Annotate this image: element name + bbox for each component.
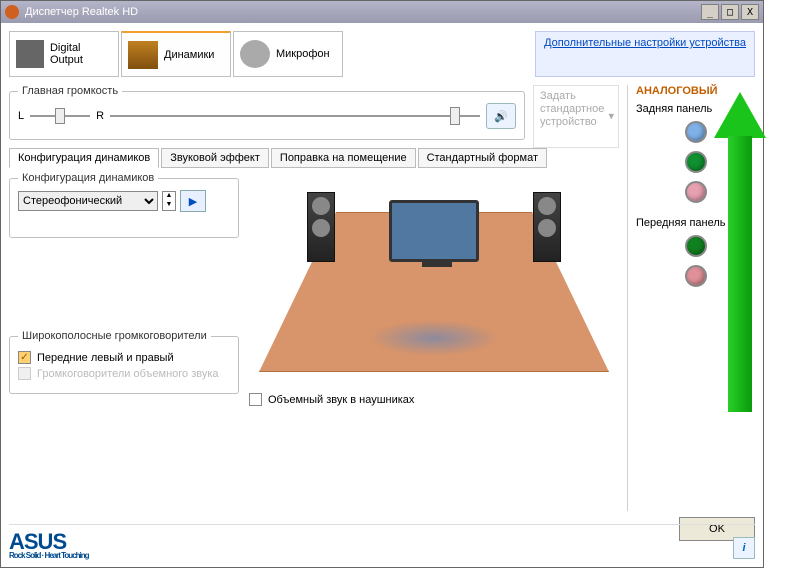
play-icon: ▶ <box>189 195 197 208</box>
surround-speakers-checkbox <box>18 367 31 380</box>
info-button[interactable]: i <box>733 537 755 559</box>
stepper-icon[interactable]: ▲ ▼ <box>162 191 176 211</box>
titlebar[interactable]: Диспетчер Realtek HD _ □ X <box>1 1 763 23</box>
subtab-room-correction[interactable]: Поправка на помещение <box>271 148 416 168</box>
tab-label: Динамики <box>164 49 214 61</box>
speakers-icon <box>128 41 158 69</box>
device-tabs: Digital Output Динамики Микрофон Дополни… <box>9 31 755 77</box>
subtab-default-format[interactable]: Стандартный формат <box>418 148 547 168</box>
footer: ASUS Rock Solid · Heart Touching i <box>9 532 755 559</box>
main-panel: Главная громкость L R 🔊 <box>9 85 619 511</box>
app-window: Диспетчер Realtek HD _ □ X Digital Outpu… <box>0 0 764 568</box>
content-area: Digital Output Динамики Микрофон Дополни… <box>1 23 763 567</box>
speaker-sound-icon: 🔊 <box>494 110 508 123</box>
monitor-icon <box>389 200 479 262</box>
rear-panel-label: Задняя панель <box>636 103 755 115</box>
speaker-layout-preview: Объемный звук в наушниках <box>249 172 619 382</box>
jack-front-green[interactable] <box>685 235 707 257</box>
minimize-button[interactable]: _ <box>701 4 719 20</box>
jack-rear-blue[interactable] <box>685 121 707 143</box>
virtual-headphone-checkbox[interactable] <box>249 393 262 406</box>
left-speaker-icon[interactable] <box>307 192 335 262</box>
tab-microphone[interactable]: Микрофон <box>233 31 343 77</box>
speaker-config-select[interactable]: Стереофонический <box>18 191 158 211</box>
amplifier-icon <box>16 40 44 68</box>
microphone-icon <box>240 40 270 68</box>
fullrange-group: Широкополосные громкоговорители Передние… <box>9 330 239 394</box>
jack-rear-pink[interactable] <box>685 181 707 203</box>
tab-label: Микрофон <box>276 48 330 60</box>
volume-slider[interactable] <box>110 107 480 125</box>
balance-slider[interactable] <box>30 115 90 117</box>
fullrange-legend: Широкополосные громкоговорители <box>18 330 211 342</box>
tab-speakers[interactable]: Динамики <box>121 31 231 77</box>
sub-tabs: Конфигурация динамиков Звуковой эффект П… <box>9 148 619 168</box>
master-volume-group: Главная громкость L R 🔊 <box>9 85 525 140</box>
set-default-device-dropdown[interactable]: Задать стандартное устройство <box>533 85 619 148</box>
app-icon <box>5 5 19 19</box>
side-panel: АНАЛОГОВЫЙ Задняя панель Передняя панель <box>627 85 755 511</box>
front-speakers-checkbox[interactable] <box>18 351 31 364</box>
balance-left-label: L <box>18 110 24 122</box>
brand-logo: ASUS Rock Solid · Heart Touching <box>9 532 89 559</box>
analog-title: АНАЛОГОВЫЙ <box>636 85 755 97</box>
tab-digital-output[interactable]: Digital Output <box>9 31 119 77</box>
close-button[interactable]: X <box>741 4 759 20</box>
balance-right-label: R <box>96 110 104 122</box>
virtual-headphone-label: Объемный звук в наушниках <box>268 394 414 406</box>
play-test-button[interactable]: ▶ <box>180 190 206 212</box>
jack-rear-green[interactable] <box>685 151 707 173</box>
speaker-config-legend: Конфигурация динамиков <box>18 172 158 184</box>
jack-front-pink[interactable] <box>685 265 707 287</box>
advanced-settings-link[interactable]: Дополнительные настройки устройства <box>535 31 755 77</box>
front-speakers-label: Передние левый и правый <box>37 352 174 364</box>
front-panel-label: Передняя панель <box>636 217 755 229</box>
window-title: Диспетчер Realtek HD <box>25 6 138 18</box>
surround-speakers-label: Громкоговорители объемного звука <box>37 368 219 380</box>
maximize-button[interactable]: □ <box>721 4 739 20</box>
mute-button[interactable]: 🔊 <box>486 103 516 129</box>
tab-label: Digital Output <box>50 42 112 66</box>
right-speaker-icon[interactable] <box>533 192 561 262</box>
speaker-config-group: Конфигурация динамиков Стереофонический … <box>9 172 239 238</box>
subtab-sound-effect[interactable]: Звуковой эффект <box>161 148 269 168</box>
master-volume-legend: Главная громкость <box>18 85 122 97</box>
subtab-speaker-config[interactable]: Конфигурация динамиков <box>9 148 159 168</box>
